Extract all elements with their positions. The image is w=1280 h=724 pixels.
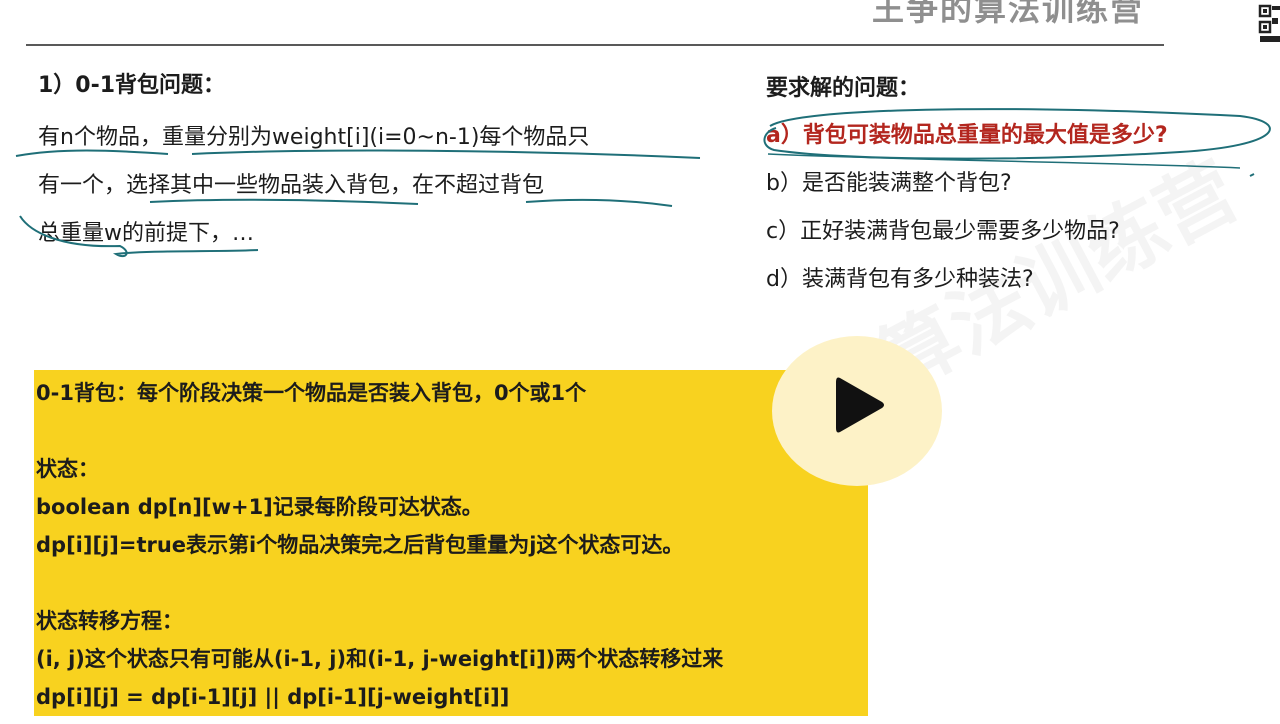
state-line-1: boolean dp[n][w+1]记录每阶段可达状态。 [36,495,483,519]
problem-line-3: 总重量w的前提下，… [38,221,254,246]
questions-list: 要求解的问题： a）背包可装物品总重量的最大值是多少? b）是否能装满整个背包?… [766,72,1280,304]
question-c: c）正好装满背包最少需要多少物品? [766,219,1120,244]
qr-code-icon [1258,4,1280,42]
header-divider [26,44,1164,46]
state-line-2: dp[i][j]=true表示第i个物品决策完之后背包重量为j这个状态可达。 [36,533,684,557]
video-frame: 王争的算法训练营 王争的算法训练营 1）0-1背包问题： 有n个物品，重量分别为… [0,0,1280,724]
summary-definition: 0-1背包：每个阶段决策一个物品是否装入背包，0个或1个 [36,381,587,405]
problem-line-2: 有一个，选择其中一些物品装入背包，在不超过背包 [38,173,545,198]
question-d: d）装满背包有多少种装法? [766,267,1034,292]
transition-line-1: (i, j)这个状态只有可能从(i-1, j)和(i-1, j-weight[i… [36,647,724,671]
questions-heading: 要求解的问题： [766,76,921,101]
transition-line-2: dp[i][j] = dp[i-1][j] || dp[i-1][j-weigh… [36,685,510,709]
question-b: b）是否能装满整个背包? [766,171,1012,196]
problem-line-1: 有n个物品，重量分别为weight[i](i=0~n-1)每个物品只 [38,125,590,150]
problem-heading: 1）0-1背包问题： [38,73,226,98]
problem-statement: 1）0-1背包问题： 有n个物品，重量分别为weight[i](i=0~n-1)… [38,70,728,258]
state-heading: 状态： [36,457,99,481]
play-icon[interactable] [834,374,886,436]
course-watermark-title: 王争的算法训练营 [872,0,1145,28]
summary-box: 0-1背包：每个阶段决策一个物品是否装入背包，0个或1个 状态： boolean… [34,370,868,716]
transition-heading: 状态转移方程： [36,609,183,633]
question-a: a）背包可装物品总重量的最大值是多少? [766,123,1168,148]
